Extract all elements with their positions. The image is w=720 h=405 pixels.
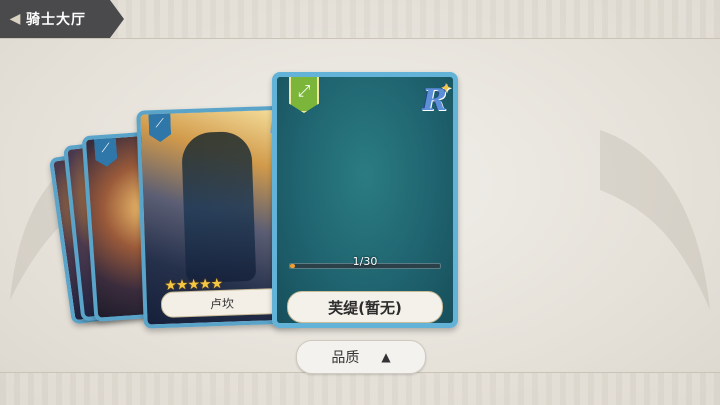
sparkle-icon: ✦ xyxy=(440,81,451,95)
card-name-plate: 卢坎 xyxy=(160,287,284,319)
header-tab[interactable]: ◀ 骑士大厅 xyxy=(0,0,124,38)
chevron-up-icon: ▲ xyxy=(381,350,391,364)
quality-filter-button[interactable]: 品质 ▲ xyxy=(296,340,426,374)
page-title: 骑士大厅 xyxy=(26,12,86,28)
bottom-ornament xyxy=(0,373,720,405)
card-name-plate: 芙缇(暂无) xyxy=(287,291,443,323)
progress-text: 1/30 xyxy=(352,255,378,268)
right-wing-ornament xyxy=(600,130,710,310)
back-arrow-icon[interactable]: ◀ xyxy=(6,10,24,28)
selected-knight-card[interactable]: ⤢ R ✦ 1/30 芙缇(暂无) xyxy=(272,72,458,328)
top-divider xyxy=(0,38,720,39)
rarity-badge: R ✦ xyxy=(422,81,451,118)
knight-portrait xyxy=(181,130,257,284)
fragment-progress: 1/30 xyxy=(289,255,441,273)
quality-label: 品质 xyxy=(331,350,360,366)
